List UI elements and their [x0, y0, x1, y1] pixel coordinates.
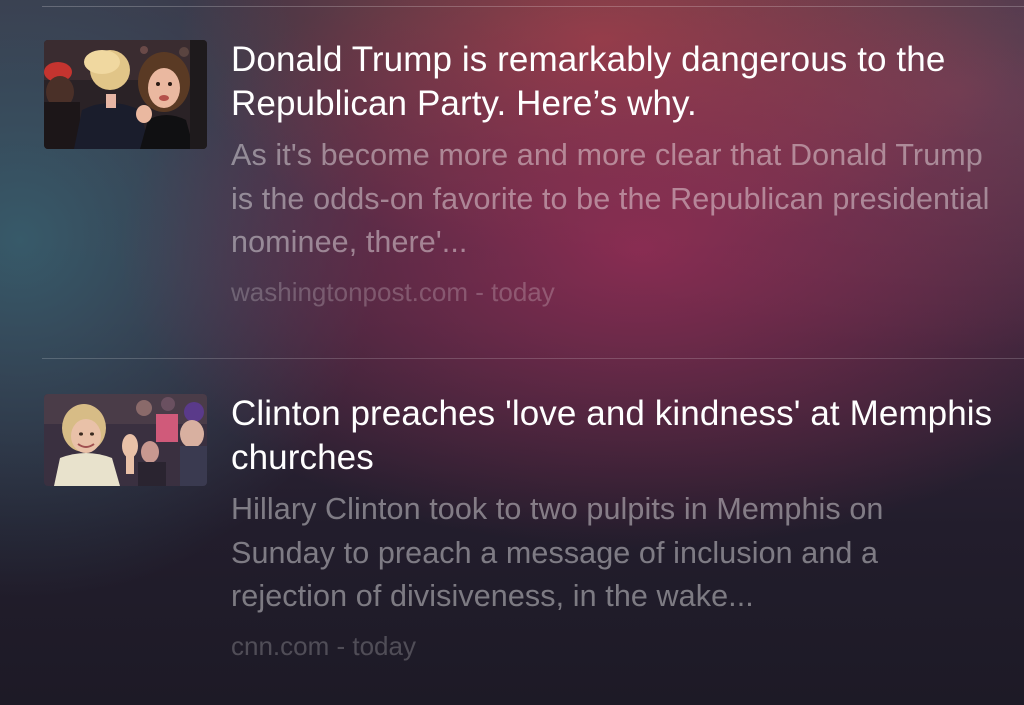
news-text: Clinton preaches 'love and kindness' at … — [231, 392, 994, 663]
news-meta: cnn.com - today — [231, 629, 994, 663]
meta-separator: - — [468, 276, 492, 307]
news-source: washingtonpost.com — [231, 276, 469, 307]
news-thumbnail[interactable] — [44, 40, 207, 149]
news-snippet: Hillary Clinton took to two pulpits in M… — [231, 492, 884, 613]
item-divider — [42, 358, 1024, 359]
news-time: today — [352, 630, 416, 661]
news-meta: washingtonpost.com - today — [231, 275, 994, 309]
news-text: Donald Trump is remarkably dangerous to … — [231, 38, 994, 309]
news-source: cnn.com — [231, 630, 330, 661]
news-snippet: As it's become more and more clear that … — [231, 138, 990, 259]
news-time: today — [491, 276, 555, 307]
top-divider — [42, 6, 1024, 7]
news-thumbnail[interactable] — [44, 394, 207, 486]
meta-separator: - — [329, 630, 353, 661]
news-headline[interactable]: Donald Trump is remarkably dangerous to … — [231, 38, 994, 126]
news-headline[interactable]: Clinton preaches 'love and kindness' at … — [231, 392, 994, 480]
